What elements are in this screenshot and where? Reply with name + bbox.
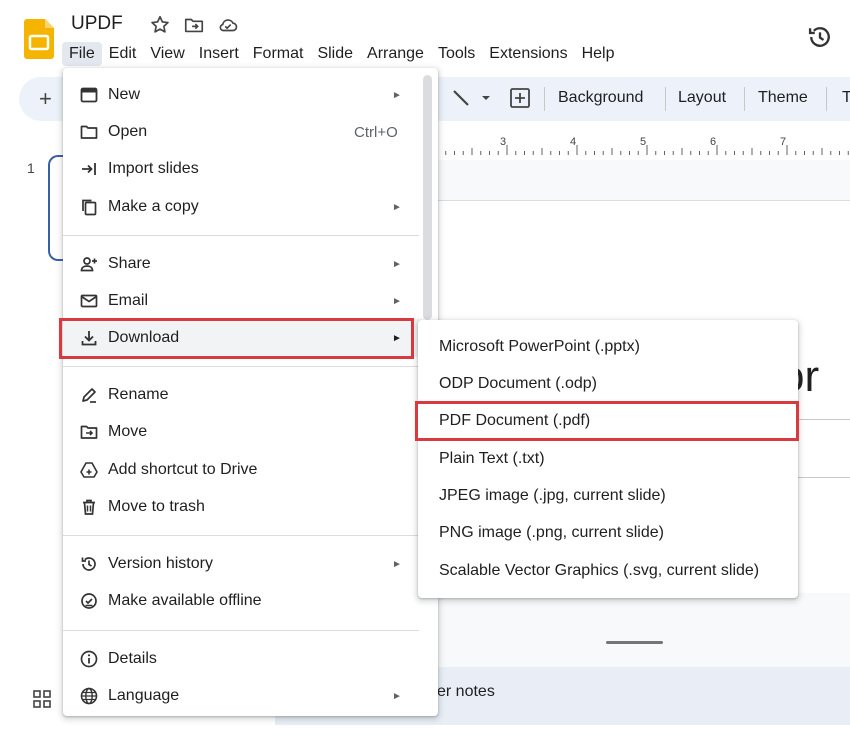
- menu-file[interactable]: File: [62, 42, 102, 66]
- history-icon: [81, 557, 96, 571]
- toolbar-divider: [826, 87, 827, 111]
- ruler-number: 6: [710, 136, 717, 148]
- menu-item-label: Move to trash: [108, 498, 205, 515]
- download-highlight-box: [59, 318, 414, 359]
- menu-help[interactable]: Help: [575, 42, 622, 66]
- email-icon: [80, 294, 98, 308]
- submenu-arrow-icon: ►: [392, 691, 402, 702]
- ruler-number: 5: [640, 136, 647, 148]
- menu-view[interactable]: View: [143, 42, 191, 66]
- download-option-svg[interactable]: Scalable Vector Graphics (.svg, current …: [439, 562, 759, 580]
- download-option-odp[interactable]: ODP Document (.odp): [439, 375, 597, 393]
- menu-item-label: Details: [108, 650, 157, 667]
- submenu-arrow-icon: ►: [392, 559, 402, 570]
- textbox-border: [797, 419, 850, 420]
- transition-button[interactable]: T: [842, 89, 850, 107]
- document-title[interactable]: UPDF: [71, 13, 123, 35]
- menu-scrollbar[interactable]: [423, 75, 432, 320]
- menu-tools[interactable]: Tools: [431, 42, 482, 66]
- star-icon[interactable]: [149, 14, 171, 36]
- menu-item-label: Import slides: [108, 160, 199, 177]
- toolbar-divider: [744, 87, 745, 111]
- toolbar-divider: [665, 87, 666, 111]
- menu-insert[interactable]: Insert: [192, 42, 246, 66]
- menu-divider: [63, 235, 419, 236]
- line-tool-icon[interactable]: [450, 86, 498, 110]
- rename-icon: [82, 388, 96, 403]
- info-icon: [80, 650, 98, 668]
- menu-item-label: Rename: [108, 386, 169, 403]
- layout-button[interactable]: Layout: [678, 89, 726, 107]
- background-button[interactable]: Background: [558, 89, 643, 107]
- offline-icon: [81, 593, 97, 609]
- menu-divider: [63, 366, 419, 367]
- cloud-status-icon[interactable]: [217, 14, 239, 36]
- submenu-arrow-icon: ►: [392, 202, 402, 213]
- notes-resize-handle[interactable]: [606, 641, 663, 644]
- globe-icon: [80, 687, 98, 705]
- submenu-arrow-icon: ►: [392, 90, 402, 101]
- folder-icon: [80, 125, 98, 139]
- ruler-number: 7: [780, 136, 787, 148]
- submenu-arrow-icon: ►: [392, 296, 402, 307]
- download-option-png[interactable]: PNG image (.png, current slide): [439, 524, 664, 542]
- menu-slide[interactable]: Slide: [310, 42, 360, 66]
- download-option-pptx[interactable]: Microsoft PowerPoint (.pptx): [439, 338, 640, 356]
- grid-view-icon[interactable]: [33, 690, 51, 708]
- slide-number: 1: [27, 160, 35, 176]
- import-icon: [82, 163, 96, 175]
- menu-item-shortcut: Ctrl+O: [354, 124, 398, 141]
- menu-format[interactable]: Format: [246, 42, 311, 66]
- menu-item-label: Make available offline: [108, 592, 262, 609]
- move-folder-icon[interactable]: [183, 14, 205, 36]
- insert-textbox-icon[interactable]: [508, 86, 532, 110]
- download-option-jpg[interactable]: JPEG image (.jpg, current slide): [439, 487, 666, 505]
- add-person-icon: [80, 257, 97, 272]
- menu-item-label: Make a copy: [108, 198, 199, 215]
- theme-button[interactable]: Theme: [758, 89, 808, 107]
- version-history-icon[interactable]: [806, 23, 834, 51]
- menu-item-label: New: [108, 86, 141, 103]
- menu-edit[interactable]: Edit: [102, 42, 144, 66]
- menu-item-label: Email: [108, 292, 149, 309]
- menu-item-label: Add shortcut to Drive: [108, 461, 258, 478]
- menu-divider: [63, 535, 419, 536]
- menu-divider: [63, 630, 419, 631]
- ruler-number: 3: [500, 136, 507, 148]
- textbox-border: [797, 477, 850, 478]
- menu-arrange[interactable]: Arrange: [360, 42, 431, 66]
- menu-item-label: Open: [108, 123, 148, 140]
- download-option-txt[interactable]: Plain Text (.txt): [439, 450, 545, 468]
- drive-shortcut-icon: [80, 462, 98, 478]
- menu-item-label: Version history: [108, 555, 213, 572]
- copy-icon: [82, 199, 97, 216]
- submenu-arrow-icon: ►: [392, 259, 402, 270]
- new-presentation-icon: [80, 87, 98, 103]
- new-slide-button[interactable]: +: [39, 86, 52, 112]
- toolbar-divider: [544, 87, 545, 111]
- menu-item-label: Move: [108, 423, 148, 440]
- ruler-number: 4: [570, 136, 577, 148]
- move-folder-icon: [80, 425, 98, 439]
- pdf-highlight-box: [415, 401, 799, 441]
- menu-item-label: Language: [108, 687, 180, 704]
- trash-icon: [83, 499, 95, 515]
- slides-logo-icon[interactable]: [24, 19, 54, 59]
- menu-extensions[interactable]: Extensions: [482, 42, 574, 66]
- menu-item-label: Share: [108, 255, 151, 272]
- speaker-notes-placeholder[interactable]: er notes: [437, 683, 495, 701]
